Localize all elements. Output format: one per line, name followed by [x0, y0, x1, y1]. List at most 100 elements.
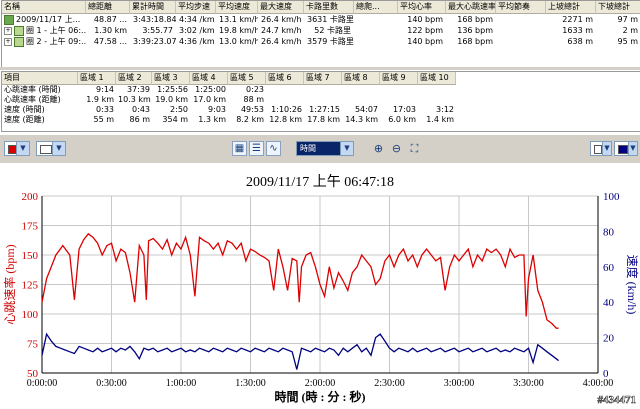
- grid-view-icon[interactable]: ▦: [232, 141, 247, 156]
- x-tick-label: 1:30:00: [235, 378, 266, 389]
- chevron-down-icon: ▼: [602, 142, 611, 155]
- y-tick-label-right: 80: [603, 226, 615, 238]
- table-cell: 4:36 /km: [179, 37, 215, 46]
- column-header[interactable]: 區域 3: [152, 72, 190, 85]
- table-cell: 1:27:15: [309, 105, 340, 114]
- column-header[interactable]: 區域 7: [304, 72, 342, 85]
- table-cell: 2271 m: [562, 15, 593, 24]
- column-header[interactable]: 區域 5: [228, 72, 266, 85]
- table-cell: 55 m: [93, 115, 114, 124]
- column-header[interactable]: 名稱: [2, 1, 86, 14]
- right-color-picker-2[interactable]: ▼: [614, 141, 638, 156]
- zone-row-label: 心跳速率 (時間): [4, 85, 61, 94]
- table-cell: 13.0 km/h: [219, 37, 258, 46]
- column-header[interactable]: 區域 8: [342, 72, 380, 85]
- table-cell: 12.8 km: [269, 115, 302, 124]
- column-header[interactable]: 平均步速: [176, 1, 216, 14]
- column-header[interactable]: 下坡總計: [596, 1, 640, 14]
- fit-icon[interactable]: ⛶: [408, 142, 421, 155]
- y-tick-label-left: 100: [22, 309, 39, 321]
- xaxis-select[interactable]: 時間 ▼: [296, 141, 354, 156]
- table-cell: 13.1 km/h: [219, 15, 258, 24]
- second-color-picker[interactable]: ▼: [36, 141, 66, 156]
- chevron-down-icon: ▼: [16, 142, 29, 155]
- column-header[interactable]: 區域 2: [116, 72, 152, 85]
- heart-rate-speed-chart[interactable]: 2009/11/17 上午 06:47:18507510012515017520…: [0, 163, 640, 407]
- table-cell: 3:43:18.84: [133, 15, 176, 24]
- table-cell: [354, 14, 398, 25]
- lap-row[interactable]: + 圈 2 - 上午 09:... 47.58 ... 3:39:23.07 4:36 …: [2, 36, 640, 47]
- y-tick-label-right: 20: [603, 333, 615, 345]
- zone-table-header: 項目 區域 1 區域 2 區域 3 區域 4 區域 5 區域 6 區域 7 區域 8 區域 9 區域…: [2, 72, 640, 85]
- chevron-down-icon: ▼: [340, 142, 353, 155]
- chart-view-icon[interactable]: ∿: [266, 141, 281, 156]
- table-cell: 122 bpm: [407, 26, 443, 35]
- table-cell: 6.0 km: [388, 115, 416, 124]
- expand-icon[interactable]: +: [4, 26, 12, 35]
- table-cell: 3579 卡路里: [307, 37, 354, 46]
- zoom-out-icon[interactable]: ⊖: [390, 142, 403, 155]
- column-header[interactable]: 平均節奏: [496, 1, 546, 14]
- table-cell: 48.87 ...: [93, 15, 127, 24]
- table-cell: 1:10:26: [271, 105, 302, 114]
- table-cell: 4:34 /km: [179, 15, 215, 24]
- column-header[interactable]: 區域 6: [266, 72, 304, 85]
- column-header[interactable]: 累計時間: [130, 1, 176, 14]
- lap-name-cell: 2009/11/17 上...: [2, 14, 86, 25]
- table-cell: 1.9 km: [86, 95, 114, 104]
- table-cell: [496, 36, 546, 47]
- table-cell: 54:07: [354, 105, 378, 114]
- lap-row[interactable]: 2009/11/17 上... 48.87 ... 3:43:18.84 4:34 /…: [2, 14, 640, 25]
- right-color-picker-1[interactable]: ▼: [590, 141, 612, 156]
- table-cell: 140 bpm: [407, 15, 443, 24]
- zone-row: 心跳速率 (距離) 1.9 km 10.3 km 19.0 km 17.0 km 88 m: [2, 95, 640, 105]
- xaxis-select-value: 時間: [300, 144, 316, 153]
- column-header[interactable]: 項目: [2, 72, 78, 85]
- table-cell: 3:39:23.07: [133, 37, 176, 46]
- splitter[interactable]: [0, 67, 640, 70]
- zoom-in-icon[interactable]: ⊕: [372, 142, 385, 155]
- table-cell: 97 m: [617, 15, 638, 24]
- zone-table: 項目 區域 1 區域 2 區域 3 區域 4 區域 5 區域 6 區域 7 區域 8 區域 9 區域…: [1, 71, 640, 132]
- table-cell: 19.8 km/h: [219, 26, 258, 35]
- lap-icon: [14, 36, 24, 47]
- table-cell: [380, 85, 418, 95]
- chevron-down-icon: ▼: [52, 142, 65, 155]
- table-cell: 24.7 km/h: [261, 26, 302, 35]
- column-header[interactable]: 區域 10: [418, 72, 456, 85]
- column-header[interactable]: 最大速度: [258, 1, 304, 14]
- table-cell: 3:55.77: [142, 26, 173, 35]
- column-header[interactable]: 上坡總計: [546, 1, 596, 14]
- column-header[interactable]: 區域 4: [190, 72, 228, 85]
- column-header[interactable]: 卡路里數: [304, 1, 354, 14]
- column-header[interactable]: 平均心率: [398, 1, 446, 14]
- y-axis-label-left: 心跳速率 (bpm): [2, 244, 17, 324]
- lap-row[interactable]: + 圈 1 - 上午 06:... 1.30 km 3:55.77 3:02 /km 19…: [2, 25, 640, 36]
- table-cell: 17.8 km: [307, 115, 340, 124]
- left-axis-color-picker[interactable]: ▼: [4, 141, 30, 156]
- column-header[interactable]: 最大心跳速率: [446, 1, 496, 14]
- table-cell: 86 m: [129, 115, 150, 124]
- lap-name-cell: + 圈 2 - 上午 09:...: [2, 36, 86, 47]
- chart-area: 2009/11/17 上午 06:47:18 50 75 100 125 150 175 20…: [0, 163, 640, 407]
- zone-row: 速度 (時間) 0:33 0:43 2:50 9:03 49:53 1:10:26 1:27:…: [2, 105, 640, 115]
- column-header[interactable]: 區域 1: [78, 72, 116, 85]
- lap-name: 圈 1 - 上午 06:...: [26, 26, 86, 35]
- right-color-swatch-1: [594, 145, 602, 154]
- column-header[interactable]: 總距離: [86, 1, 130, 14]
- table-cell: [266, 85, 304, 95]
- column-header[interactable]: 總爬...: [354, 1, 398, 14]
- table-cell: [418, 95, 456, 105]
- table-cell: 52 卡路里: [314, 26, 351, 35]
- zone-row-label: 速度 (時間): [4, 105, 45, 114]
- table-cell: [354, 25, 398, 36]
- table-view-icon[interactable]: ☰: [249, 141, 264, 156]
- column-header[interactable]: 區域 9: [380, 72, 418, 85]
- x-tick-label: 2:30:00: [374, 378, 405, 389]
- expand-icon[interactable]: +: [4, 37, 12, 46]
- table-cell: [342, 95, 380, 105]
- x-tick-label: 3:00:00: [444, 378, 475, 389]
- table-cell: 95 m: [617, 37, 638, 46]
- y-tick-label-right: 100: [603, 191, 620, 203]
- column-header[interactable]: 平均速度: [216, 1, 258, 14]
